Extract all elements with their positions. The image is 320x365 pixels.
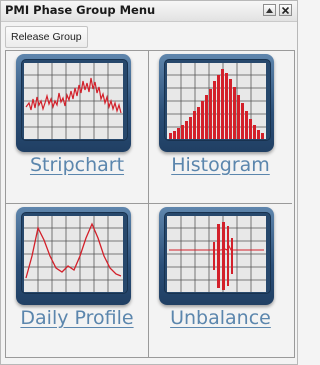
tile-histogram[interactable]: Histogram bbox=[149, 51, 292, 204]
release-group-button[interactable]: Release Group bbox=[5, 26, 88, 48]
tile-unbalance[interactable]: Unbalance bbox=[149, 204, 292, 357]
tile-label-daily-profile[interactable]: Daily Profile bbox=[6, 307, 148, 329]
close-icon bbox=[282, 6, 289, 14]
unbalance-icon bbox=[159, 207, 274, 305]
daily-profile-icon bbox=[16, 207, 131, 305]
window-title: PMI Phase Group Menu bbox=[5, 3, 156, 17]
menu-grid: Stripchart Histogram Daily Profile Unbal… bbox=[5, 50, 295, 358]
tile-label-histogram[interactable]: Histogram bbox=[149, 154, 292, 176]
chevron-up-icon bbox=[266, 7, 273, 13]
title-bar: PMI Phase Group Menu bbox=[1, 1, 297, 22]
histogram-icon bbox=[159, 54, 274, 152]
tile-label-stripchart[interactable]: Stripchart bbox=[6, 154, 148, 176]
tile-daily-profile[interactable]: Daily Profile bbox=[6, 204, 149, 357]
close-button[interactable] bbox=[279, 4, 292, 16]
app-window: PMI Phase Group Menu Release Group Strip… bbox=[0, 0, 298, 365]
tile-label-unbalance[interactable]: Unbalance bbox=[149, 307, 292, 329]
collapse-button[interactable] bbox=[263, 4, 276, 16]
toolbar: Release Group bbox=[5, 26, 88, 48]
stripchart-icon bbox=[16, 54, 131, 152]
tile-stripchart[interactable]: Stripchart bbox=[6, 51, 149, 204]
